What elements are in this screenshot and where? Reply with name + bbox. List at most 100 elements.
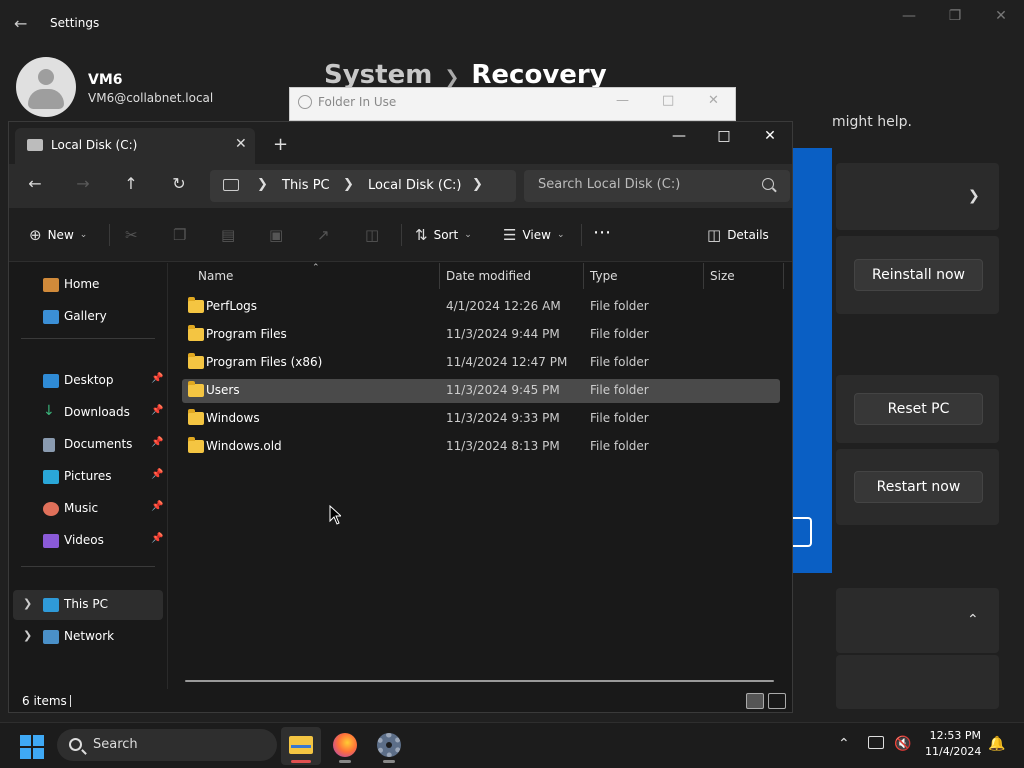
close-icon[interactable]: ✕ xyxy=(708,93,719,108)
sidebar-item-home[interactable]: Home xyxy=(13,270,163,300)
cut-icon[interactable]: ✂ xyxy=(125,226,138,244)
chevron-down-icon: ⌄ xyxy=(464,230,472,240)
taskbar-file-explorer[interactable] xyxy=(281,727,321,765)
address-segment-this-pc[interactable]: This PC xyxy=(282,178,330,193)
sidebar-item-desktop[interactable]: Desktop 📌 xyxy=(13,366,163,396)
sidebar-item-gallery[interactable]: Gallery xyxy=(13,302,163,332)
command-bar: ⊕ New ⌄ ✂ ❐ ▤ ▣ ↗ ◫ ⇅ Sort ⌄ ☰ View ⌄ ⋯ … xyxy=(9,208,792,262)
chevron-right-icon[interactable]: ❯ xyxy=(343,177,354,192)
reinstall-now-button[interactable]: Reinstall now xyxy=(854,259,983,291)
up-icon[interactable]: ↑ xyxy=(119,174,143,193)
back-arrow-icon[interactable]: ← xyxy=(14,14,34,34)
copy-icon[interactable]: ❐ xyxy=(173,226,186,244)
new-tab-icon[interactable]: + xyxy=(273,134,288,155)
forward-icon[interactable]: → xyxy=(71,174,95,193)
view-lines-icon: ☰ xyxy=(503,226,517,244)
clock-date[interactable]: 11/4/2024 xyxy=(925,745,981,758)
table-row[interactable]: Program Files (x86) 11/4/2024 12:47 PM F… xyxy=(182,351,780,375)
close-icon[interactable]: ✕ xyxy=(755,128,785,144)
windows-start-icon[interactable] xyxy=(20,735,44,759)
column-header-size[interactable]: Size xyxy=(710,269,735,283)
paste-icon[interactable]: ▤ xyxy=(221,226,235,244)
maximize-icon[interactable]: □ xyxy=(662,93,674,108)
pin-icon[interactable]: 📌 xyxy=(151,437,163,448)
refresh-icon[interactable]: ↻ xyxy=(167,174,191,193)
minimize-icon[interactable]: — xyxy=(664,128,694,144)
share-icon[interactable]: ↗ xyxy=(317,226,330,244)
chevron-right-icon[interactable]: ❯ xyxy=(257,177,268,192)
chevron-right-icon[interactable]: ❯ xyxy=(23,597,32,610)
search-box[interactable] xyxy=(524,170,790,202)
minimize-icon[interactable]: — xyxy=(897,8,921,24)
pin-icon[interactable]: 📌 xyxy=(151,405,163,416)
sidebar-item-videos[interactable]: Videos 📌 xyxy=(13,526,163,556)
sidebar-item-downloads[interactable]: ↓ Downloads 📌 xyxy=(13,398,163,428)
divider xyxy=(401,224,402,246)
column-header-name[interactable]: Name xyxy=(198,269,233,283)
sort-button[interactable]: ⇅ Sort ⌄ xyxy=(415,226,472,244)
breadcrumb-parent[interactable]: System xyxy=(324,60,432,90)
search-input[interactable] xyxy=(538,177,748,192)
taskbar-firefox[interactable] xyxy=(325,727,365,765)
folder-icon xyxy=(188,297,204,313)
speaker-muted-icon[interactable]: 🔇 xyxy=(894,736,911,752)
chevron-right-icon[interactable]: ❯ xyxy=(472,177,483,192)
tab-label: Local Disk (C:) xyxy=(51,138,138,152)
table-row[interactable]: Program Files 11/3/2024 9:44 PM File fol… xyxy=(182,323,780,347)
clock-icon xyxy=(298,95,312,109)
more-options-icon[interactable]: ⋯ xyxy=(593,222,611,243)
rename-icon[interactable]: ▣ xyxy=(269,226,283,244)
address-segment-local-disk[interactable]: Local Disk (C:) xyxy=(368,178,461,193)
pin-icon[interactable]: 📌 xyxy=(151,469,163,480)
file-date: 11/3/2024 8:13 PM xyxy=(446,439,560,453)
restore-icon[interactable]: ❐ xyxy=(943,8,967,24)
pin-icon[interactable]: 📌 xyxy=(151,373,163,384)
notification-bell-icon[interactable]: 🔔 xyxy=(988,736,1005,752)
sidebar-item-network[interactable]: ❯ Network xyxy=(13,622,163,652)
details-view-icon[interactable] xyxy=(746,693,764,709)
column-divider[interactable] xyxy=(583,263,584,289)
column-header-date[interactable]: Date modified xyxy=(446,269,531,283)
table-row-selected[interactable]: Users 11/3/2024 9:45 PM File folder xyxy=(182,379,780,403)
maximize-icon[interactable]: □ xyxy=(709,128,739,144)
sidebar-item-label: Videos xyxy=(64,533,104,547)
tab-local-disk[interactable]: Local Disk (C:) ✕ xyxy=(15,128,255,164)
close-icon[interactable]: ✕ xyxy=(989,8,1013,24)
file-name: Windows.old xyxy=(206,439,282,453)
pin-icon[interactable]: 📌 xyxy=(151,533,163,544)
column-divider[interactable] xyxy=(703,263,704,289)
table-row[interactable]: PerfLogs 4/1/2024 12:26 AM File folder xyxy=(182,295,780,319)
taskbar-settings[interactable] xyxy=(369,727,409,765)
close-tab-icon[interactable]: ✕ xyxy=(235,136,247,152)
chevron-up-icon[interactable]: ⌃ xyxy=(838,736,850,752)
address-bar[interactable]: ❯ This PC ❯ Local Disk (C:) ❯ xyxy=(210,170,516,202)
horizontal-scrollbar[interactable] xyxy=(185,680,774,682)
column-header-type[interactable]: Type xyxy=(590,269,618,283)
view-button[interactable]: ☰ View ⌄ xyxy=(503,226,564,244)
table-row[interactable]: Windows.old 11/3/2024 8:13 PM File folde… xyxy=(182,435,780,459)
restart-now-button[interactable]: Restart now xyxy=(854,471,983,503)
column-divider[interactable] xyxy=(439,263,440,289)
clock-time[interactable]: 12:53 PM xyxy=(925,729,981,742)
chevron-right-icon[interactable]: ❯ xyxy=(23,629,32,642)
details-button[interactable]: ◫ Details xyxy=(707,226,769,244)
reset-pc-button[interactable]: Reset PC xyxy=(854,393,983,425)
sidebar-item-documents[interactable]: Documents 📌 xyxy=(13,430,163,460)
taskbar-search[interactable]: Search xyxy=(57,729,277,761)
pin-icon[interactable]: 📌 xyxy=(151,501,163,512)
network-icon[interactable] xyxy=(868,736,884,749)
sidebar-item-music[interactable]: Music 📌 xyxy=(13,494,163,524)
tiles-view-icon[interactable] xyxy=(768,693,786,709)
dialog-button[interactable] xyxy=(792,517,812,547)
back-icon[interactable]: ← xyxy=(23,174,47,193)
table-row[interactable]: Windows 11/3/2024 9:33 PM File folder xyxy=(182,407,780,431)
search-icon[interactable] xyxy=(762,178,774,190)
plus-circle-icon: ⊕ xyxy=(29,226,42,244)
column-divider[interactable] xyxy=(783,263,784,289)
minimize-icon[interactable]: — xyxy=(616,93,629,108)
sidebar-item-this-pc[interactable]: ❯ This PC xyxy=(13,590,163,620)
new-button[interactable]: ⊕ New ⌄ xyxy=(29,226,87,244)
chevron-up-icon[interactable]: ⌃ xyxy=(967,612,979,628)
delete-icon[interactable]: ◫ xyxy=(365,226,379,244)
sidebar-item-pictures[interactable]: Pictures 📌 xyxy=(13,462,163,492)
